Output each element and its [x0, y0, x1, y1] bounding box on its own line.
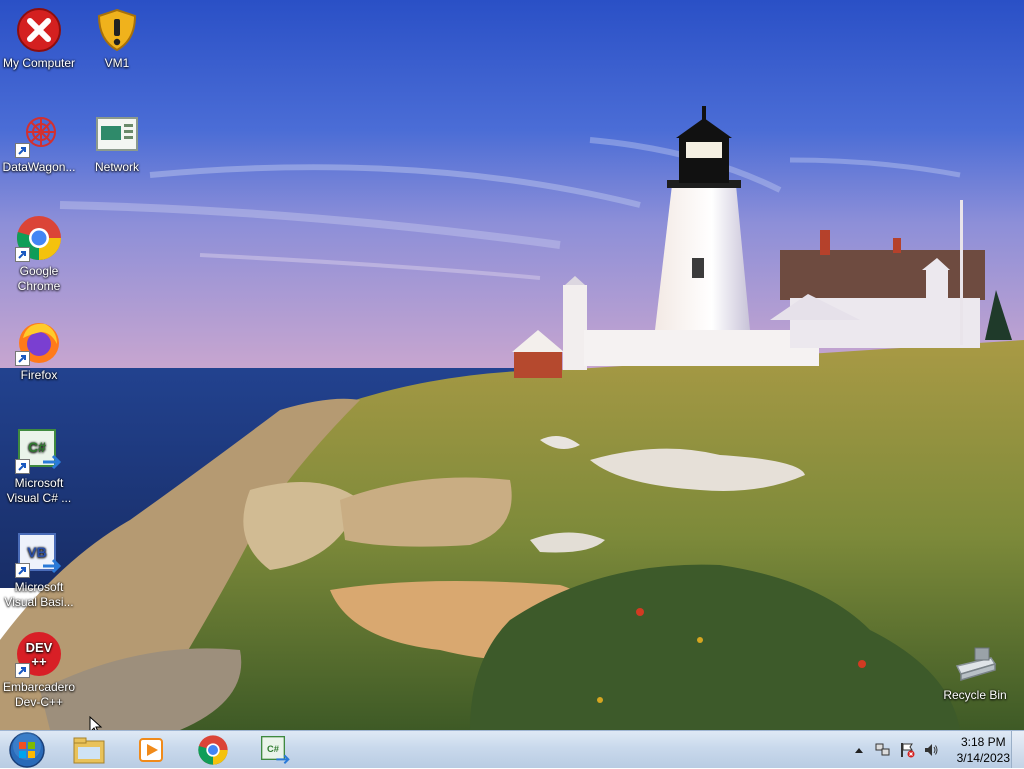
volume-icon[interactable] — [922, 741, 940, 759]
svg-text:DEV: DEV — [26, 640, 53, 655]
shortcut-arrow-icon — [15, 247, 30, 262]
firefox-icon — [15, 318, 63, 366]
visual-csharp-icon: C# — [15, 426, 63, 474]
clock-date: 3/14/2023 — [956, 750, 1010, 765]
desktop-icon-visual-csharp[interactable]: C# Microsoft Visual C# ... — [0, 420, 78, 506]
action-center-flag-icon[interactable] — [898, 741, 916, 759]
desktop-icon-label: My Computer — [2, 56, 76, 70]
media-player-icon — [139, 737, 163, 762]
chevron-up-icon — [854, 747, 863, 753]
desktop-icon-firefox[interactable]: Firefox — [0, 312, 78, 383]
show-hidden-icons-button[interactable] — [850, 741, 868, 759]
svg-text:C#: C# — [28, 439, 46, 455]
desktop-icon-label: Recycle Bin — [943, 688, 1007, 702]
devcpp-icon: DEV ++ — [15, 630, 63, 678]
chrome-icon — [198, 734, 228, 765]
taskbar-windows-explorer[interactable] — [66, 732, 112, 767]
desktop-icon-my-computer[interactable]: My Computer — [0, 0, 78, 71]
shortcut-arrow-icon — [15, 351, 30, 366]
error-x-icon — [15, 6, 63, 54]
desktop-icon-vm1[interactable]: VM1 — [78, 0, 156, 71]
datawagon-icon — [15, 110, 63, 158]
desktop-icon-datawagon[interactable]: DataWagon... — [0, 104, 78, 175]
windows-logo-icon — [9, 731, 45, 768]
desktop-icon-label: VM1 — [104, 56, 130, 70]
network-tray-icon[interactable] — [874, 741, 892, 759]
show-desktop-button[interactable] — [1011, 731, 1024, 768]
start-button[interactable] — [2, 731, 52, 768]
shortcut-arrow-icon — [15, 459, 30, 474]
desktop-icon-label: Firefox — [20, 368, 58, 382]
warning-shield-icon — [93, 6, 141, 54]
desktop-icon-google-chrome[interactable]: Google Chrome — [0, 208, 78, 294]
clock[interactable]: 3:18 PM 3/14/2023 — [957, 734, 1010, 766]
network-icon — [93, 110, 141, 158]
recycle-bin-icon — [951, 638, 999, 686]
visual-csharp-icon: C# — [261, 735, 290, 764]
visual-basic-icon: VB — [15, 530, 63, 578]
desktop-icon-label: Microsoft Visual C# ... — [6, 476, 72, 505]
taskbar-media-player[interactable] — [128, 732, 174, 767]
svg-text:C#: C# — [267, 744, 280, 754]
desktop-icon-label: Embarcadero Dev-C++ — [2, 680, 76, 709]
svg-text:VB: VB — [27, 544, 46, 560]
desktop-icon-label: Microsoft Visual Basi... — [4, 580, 74, 609]
desktop-icon-visual-basic[interactable]: VB Microsoft Visual Basi... — [0, 524, 78, 610]
taskbar-google-chrome[interactable] — [190, 732, 236, 767]
taskbar-visual-csharp[interactable]: C# — [252, 732, 298, 767]
shortcut-arrow-icon — [15, 663, 30, 678]
system-tray: 3:18 PM 3/14/2023 — [847, 731, 1010, 768]
shortcut-arrow-icon — [15, 563, 30, 578]
desktop-icon-recycle-bin[interactable]: Recycle Bin — [936, 632, 1014, 703]
desktop-icon-label: Google Chrome — [17, 264, 61, 293]
chrome-icon — [15, 214, 63, 262]
desktop-icon-label: DataWagon... — [2, 160, 76, 174]
svg-text:++: ++ — [31, 654, 47, 669]
folder-icon — [73, 737, 105, 763]
desktop-icon-label: Network — [94, 160, 139, 174]
taskbar: C# 3:18 PM 3/14/2023 — [0, 730, 1024, 768]
shortcut-arrow-icon — [15, 143, 30, 158]
clock-time: 3:18 PM — [960, 734, 1006, 749]
desktop-icon-devcpp[interactable]: DEV ++ Embarcadero Dev-C++ — [0, 624, 78, 710]
desktop-icon-network[interactable]: Network — [78, 104, 156, 175]
